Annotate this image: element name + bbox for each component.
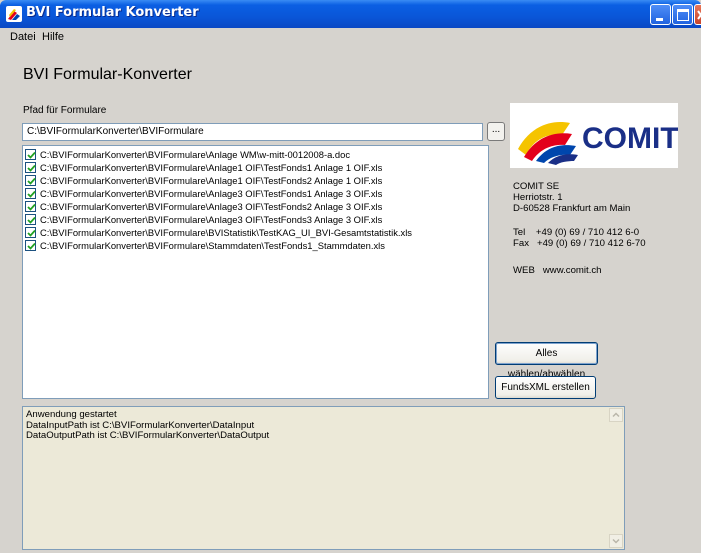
file-path-label: C:\BVIFormularKonverter\BVIFormulare\Anl…: [40, 201, 383, 212]
checkbox[interactable]: [25, 175, 36, 186]
file-checklist[interactable]: C:\BVIFormularKonverter\BVIFormulare\Anl…: [22, 145, 489, 399]
scroll-up-icon[interactable]: [609, 408, 623, 422]
path-label: Pfad für Formulare: [23, 105, 107, 116]
company-logo: COMIT: [510, 103, 679, 168]
company-name: COMIT SE: [513, 181, 560, 192]
log-output[interactable]: Anwendung gestartet DataInputPath ist C:\…: [22, 406, 625, 550]
minimize-icon: [656, 18, 663, 21]
file-list-item[interactable]: C:\BVIFormularKonverter\BVIFormulare\Anl…: [25, 187, 486, 200]
maximize-icon: [677, 9, 689, 21]
checkmark-icon: [27, 229, 36, 237]
file-list-item[interactable]: C:\BVIFormularKonverter\BVIFormulare\Sta…: [25, 239, 486, 252]
checkbox[interactable]: [25, 162, 36, 173]
checkmark-icon: [27, 203, 36, 211]
file-path-label: C:\BVIFormularKonverter\BVIFormulare\Anl…: [40, 175, 383, 186]
company-web[interactable]: WEB www.comit.ch: [513, 265, 602, 276]
checkbox[interactable]: [25, 188, 36, 199]
minimize-button[interactable]: [650, 4, 671, 25]
company-tel: Tel +49 (0) 69 / 710 412 6-0: [513, 227, 640, 238]
company-city: D-60528 Frankfurt am Main: [513, 203, 631, 214]
select-all-button[interactable]: Alles wählen/abwählen: [495, 342, 598, 380]
checkbox[interactable]: [25, 201, 36, 212]
maximize-button[interactable]: [672, 4, 693, 25]
title-bar[interactable]: BVI Formular Konverter: [0, 0, 701, 28]
company-fax: Fax +49 (0) 69 / 710 412 6-70: [513, 238, 646, 249]
log-line: Anwendung gestartet: [26, 409, 117, 420]
create-fundsxml-button[interactable]: FundsXML erstellen: [495, 376, 596, 399]
file-path-label: C:\BVIFormularKonverter\BVIFormulare\Sta…: [40, 240, 385, 251]
checkbox[interactable]: [25, 149, 36, 160]
checkmark-icon: [27, 164, 36, 172]
checkmark-icon: [27, 177, 36, 185]
menu-datei[interactable]: Datei: [10, 31, 36, 43]
checkmark-icon: [27, 151, 36, 159]
menu-bar: Datei Hilfe: [0, 28, 701, 48]
checkmark-icon: [27, 216, 36, 224]
logo-text: COMIT: [582, 122, 678, 155]
scroll-down-icon[interactable]: [609, 534, 623, 548]
window-title: BVI Formular Konverter: [26, 5, 199, 20]
file-path-label: C:\BVIFormularKonverter\BVIFormulare\Anl…: [40, 188, 383, 199]
close-icon: [697, 10, 701, 20]
close-button[interactable]: [694, 4, 701, 25]
file-path-label: C:\BVIFormularKonverter\BVIFormulare\Anl…: [40, 214, 383, 225]
checkbox[interactable]: [25, 240, 36, 251]
company-street: Herriotstr. 1: [513, 192, 563, 203]
page-title: BVI Formular-Konverter: [23, 66, 192, 83]
checkbox[interactable]: [25, 214, 36, 225]
file-list-item[interactable]: C:\BVIFormularKonverter\BVIFormulare\Anl…: [25, 148, 486, 161]
file-list-item[interactable]: C:\BVIFormularKonverter\BVIFormulare\Anl…: [25, 161, 486, 174]
main-panel: BVI Formular-Konverter Pfad für Formular…: [0, 48, 701, 553]
company-contact: Tel +49 (0) 69 / 710 412 6-0 Fax +49 (0)…: [513, 227, 646, 249]
checkmark-icon: [27, 242, 36, 250]
file-path-label: C:\BVIFormularKonverter\BVIFormulare\BVI…: [40, 227, 412, 238]
company-address: COMIT SE Herriotstr. 1 D-60528 Frankfurt…: [513, 181, 630, 214]
log-line: DataOutputPath ist C:\BVIFormularKonvert…: [26, 430, 270, 441]
file-list-item[interactable]: C:\BVIFormularKonverter\BVIFormulare\Anl…: [25, 200, 486, 213]
file-list-item[interactable]: C:\BVIFormularKonverter\BVIFormulare\Anl…: [25, 174, 486, 187]
log-scrollbar[interactable]: [609, 408, 623, 548]
checkmark-icon: [27, 190, 36, 198]
menu-hilfe[interactable]: Hilfe: [42, 31, 64, 43]
file-path-label: C:\BVIFormularKonverter\BVIFormulare\Anl…: [40, 149, 351, 160]
path-input[interactable]: C:\BVIFormularKonverter\BVIFormulare: [22, 123, 483, 141]
file-list-item[interactable]: C:\BVIFormularKonverter\BVIFormulare\BVI…: [25, 226, 486, 239]
app-logo-icon: [6, 6, 22, 22]
browse-button[interactable]: ...: [487, 122, 505, 141]
file-path-label: C:\BVIFormularKonverter\BVIFormulare\Anl…: [40, 162, 383, 173]
file-list-item[interactable]: C:\BVIFormularKonverter\BVIFormulare\Anl…: [25, 213, 486, 226]
checkbox[interactable]: [25, 227, 36, 238]
